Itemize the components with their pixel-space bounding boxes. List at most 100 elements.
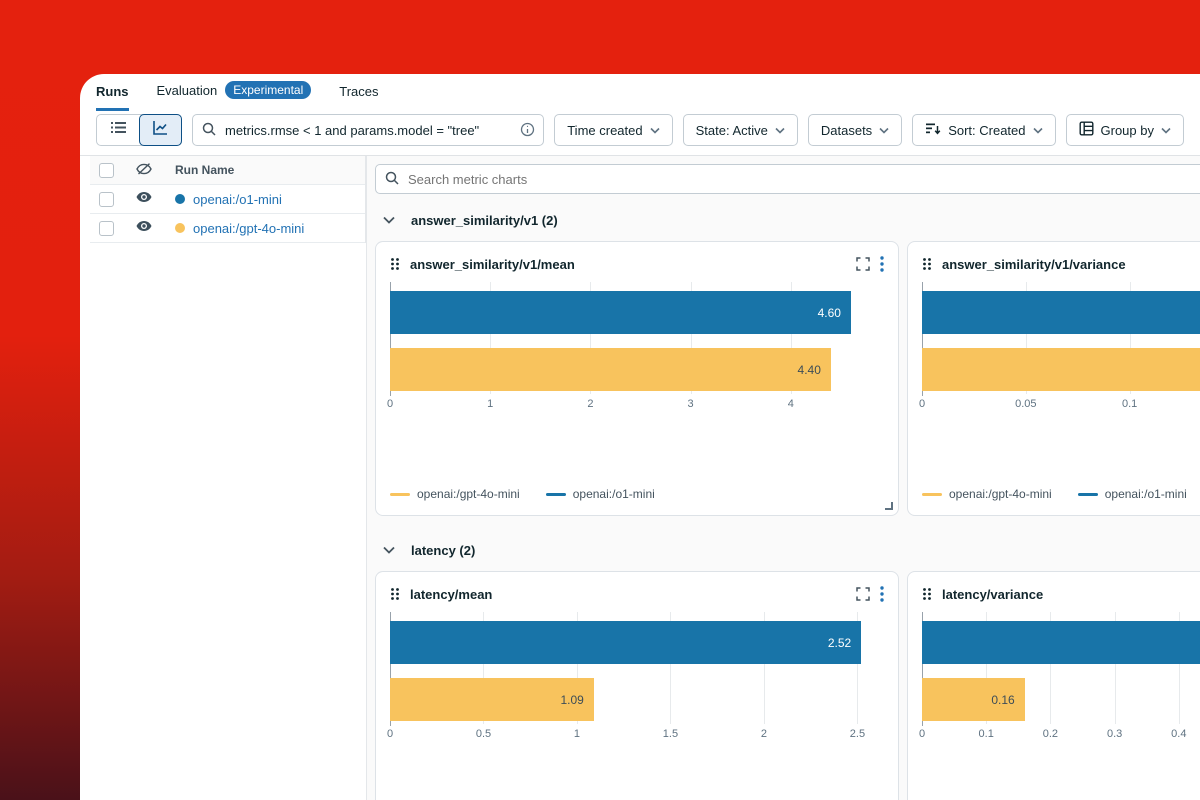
legend-item[interactable]: openai:/gpt-4o-mini	[922, 487, 1052, 501]
metric-charts-search-input[interactable]	[375, 164, 1200, 194]
expand-icon[interactable]	[856, 587, 870, 601]
legend-label: openai:/gpt-4o-mini	[949, 487, 1052, 501]
bar-openai:/gpt-4o-mini: 1.09	[390, 678, 594, 721]
legend-swatch	[390, 493, 410, 496]
run-row: openai:/gpt-4o-mini	[90, 214, 365, 243]
run-name-label: openai:/o1-mini	[193, 192, 282, 207]
runs-search-input[interactable]	[192, 114, 544, 146]
legend-swatch	[922, 493, 942, 496]
resize-handle[interactable]	[885, 502, 893, 510]
x-tick-label: 0	[387, 728, 393, 740]
sort-button[interactable]: Sort: Created	[912, 114, 1055, 146]
runs-toolbar: Time created State: Active Datasets Sort…	[80, 111, 1200, 156]
chart-view-button[interactable]	[139, 114, 182, 146]
runs-sidebar: Run Name openai:/o1-mini	[80, 156, 366, 800]
time-created-filter[interactable]: Time created	[554, 114, 672, 146]
chart-title: answer_similarity/v1/variance	[942, 257, 1126, 272]
legend-item[interactable]: openai:/gpt-4o-mini	[390, 487, 520, 501]
tab-evaluation[interactable]: Evaluation Experimental	[157, 81, 312, 111]
section-label: latency (2)	[411, 543, 475, 558]
run-link[interactable]: openai:/gpt-4o-mini	[175, 221, 365, 236]
run-link[interactable]: openai:/o1-mini	[175, 192, 365, 207]
drag-handle-icon[interactable]	[390, 257, 400, 271]
section-latency[interactable]: latency (2)	[375, 536, 1200, 564]
tab-traces[interactable]: Traces	[339, 84, 378, 111]
experimental-badge: Experimental	[225, 81, 311, 99]
x-tick-label: 0.2	[1043, 728, 1058, 740]
expand-icon[interactable]	[856, 257, 870, 271]
bar-chart-plot: 4.60 4.40	[390, 282, 878, 394]
eye-icon[interactable]	[135, 219, 175, 238]
group-by-button[interactable]: Group by	[1066, 114, 1184, 146]
chart-title: answer_similarity/v1/mean	[410, 257, 575, 272]
tab-evaluation-label: Evaluation	[157, 83, 218, 98]
bar-openai:/gpt-4o-mini: 4.40	[390, 348, 831, 391]
metric-charts-search	[375, 164, 1200, 194]
bar-value-label: 4.60	[818, 306, 841, 320]
bar-value-label: 0.16	[991, 693, 1014, 707]
time-created-label: Time created	[567, 123, 642, 138]
kebab-menu-icon[interactable]	[880, 256, 884, 272]
metric-chart-card: latency/mean 2.521.09 00.511.522.5	[375, 571, 899, 800]
view-toggle-group	[96, 114, 182, 146]
search-icon	[201, 121, 217, 142]
x-tick-label: 3	[688, 398, 694, 410]
info-icon[interactable]	[520, 122, 535, 142]
runs-search	[192, 114, 544, 146]
chart-icon	[152, 119, 169, 141]
select-all-checkbox[interactable]	[99, 163, 114, 178]
chevron-down-icon	[1033, 127, 1043, 134]
x-tick-label: 1	[574, 728, 580, 740]
metric-chart-card: answer_similarity/v1/variance 00.050	[907, 241, 1200, 516]
bar-chart-plot: 0.16	[922, 612, 1200, 724]
eye-off-icon[interactable]	[135, 161, 175, 180]
drag-handle-icon[interactable]	[922, 587, 932, 601]
tab-runs-label: Runs	[96, 84, 129, 99]
legend-label: openai:/o1-mini	[1105, 487, 1187, 501]
sort-label: Sort: Created	[948, 123, 1025, 138]
legend-label: openai:/gpt-4o-mini	[417, 487, 520, 501]
bar-value-label: 2.52	[828, 636, 851, 650]
run-checkbox[interactable]	[99, 192, 114, 207]
chart-legend: openai:/gpt-4o-mini openai:/o1-mini	[922, 479, 1200, 501]
x-tick-label: 0.1	[979, 728, 994, 740]
datasets-label: Datasets	[821, 123, 872, 138]
x-tick-label: 0.1	[1122, 398, 1137, 410]
bar-openai:/o1-mini	[922, 291, 1200, 334]
list-icon	[110, 119, 127, 141]
sort-icon	[925, 122, 941, 139]
x-axis: 01234	[390, 398, 878, 414]
legend-swatch	[1078, 493, 1098, 496]
chevron-down-icon	[1161, 127, 1171, 134]
metric-charts-panel: answer_similarity/v1 (2) answer_similari…	[366, 156, 1200, 800]
chevron-down-icon	[879, 127, 889, 134]
drag-handle-icon[interactable]	[390, 587, 400, 601]
legend-item[interactable]: openai:/o1-mini	[546, 487, 655, 501]
section-answer-similarity[interactable]: answer_similarity/v1 (2)	[375, 206, 1200, 234]
run-name-header: Run Name	[175, 163, 365, 177]
bar-openai:/gpt-4o-mini: 0.16	[922, 678, 1025, 721]
bar-value-label: 4.40	[798, 363, 821, 377]
experiment-panel: Runs Evaluation Experimental Traces	[80, 74, 1200, 800]
kebab-menu-icon[interactable]	[880, 586, 884, 602]
drag-handle-icon[interactable]	[922, 257, 932, 271]
x-tick-label: 0	[919, 728, 925, 740]
bar-value-label: 1.09	[560, 693, 583, 707]
x-tick-label: 2.5	[850, 728, 865, 740]
state-filter[interactable]: State: Active	[683, 114, 798, 146]
eye-icon[interactable]	[135, 190, 175, 209]
run-checkbox[interactable]	[99, 221, 114, 236]
x-tick-label: 1.5	[663, 728, 678, 740]
run-table-header: Run Name	[90, 156, 365, 185]
tab-runs[interactable]: Runs	[96, 84, 129, 111]
chevron-down-icon	[650, 127, 660, 134]
bar-openai:/o1-mini: 4.60	[390, 291, 851, 334]
legend-item[interactable]: openai:/o1-mini	[1078, 487, 1187, 501]
datasets-filter[interactable]: Datasets	[808, 114, 902, 146]
run-color-dot	[175, 223, 185, 233]
bar-chart-plot	[922, 282, 1200, 394]
run-color-dot	[175, 194, 185, 204]
chevron-down-icon	[383, 216, 395, 224]
list-view-button[interactable]	[97, 115, 140, 145]
x-tick-label: 0.5	[476, 728, 491, 740]
